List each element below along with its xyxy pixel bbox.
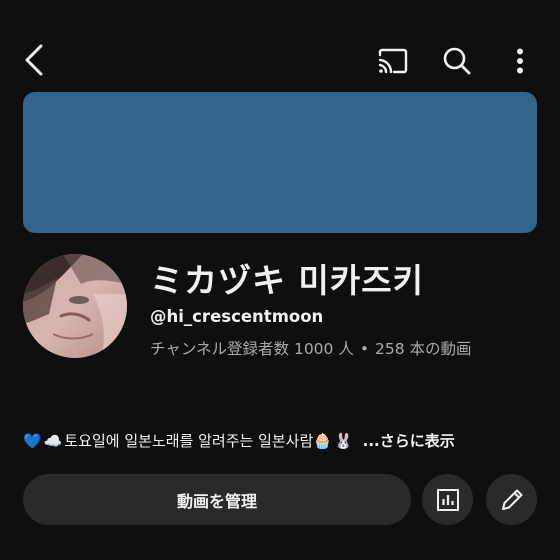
analytics-button[interactable]	[422, 474, 473, 525]
video-count: 258 本の動画	[375, 340, 472, 358]
cloud-emoji: ☁️	[43, 431, 63, 450]
show-more-link[interactable]: ...さらに表示	[363, 430, 455, 451]
cast-button[interactable]	[372, 42, 414, 80]
channel-page: ミカヅキ 미카즈키 @hi_crescentmoon チャンネル登録者数 100…	[0, 0, 560, 560]
pencil-icon	[501, 489, 522, 510]
top-app-bar	[0, 0, 560, 90]
subscriber-count: チャンネル登録者数 1000 人	[150, 340, 354, 358]
more-options-button[interactable]	[500, 40, 540, 82]
bar-chart-icon	[436, 488, 459, 511]
description-text: 토요일에 일본노래를 알려주는 일본사람	[64, 432, 314, 450]
channel-avatar[interactable]	[23, 254, 127, 358]
rabbit-emoji: 🐰	[333, 431, 353, 450]
back-button[interactable]	[14, 40, 54, 80]
blue-heart-emoji: 💙	[23, 431, 42, 450]
stats-separator: •	[359, 340, 369, 358]
more-vertical-icon	[517, 48, 523, 74]
chevron-left-icon	[25, 44, 43, 76]
cast-icon	[378, 48, 408, 74]
cupcake-emoji: 🧁	[313, 431, 332, 450]
channel-description[interactable]: 💙 ☁️ 토요일에 일본노래를 알려주는 일본사람 🧁 🐰 ...さらに表示	[23, 430, 543, 451]
avatar-image	[23, 254, 127, 358]
search-icon	[443, 47, 471, 75]
manage-videos-button[interactable]: 動画を管理	[23, 474, 411, 525]
channel-name: ミカヅキ 미카즈키	[150, 261, 424, 300]
search-button[interactable]	[436, 40, 478, 82]
channel-handle: @hi_crescentmoon	[150, 307, 324, 326]
edit-channel-button[interactable]	[486, 474, 537, 525]
channel-stats: チャンネル登録者数 1000 人 • 258 本の動画	[150, 337, 472, 359]
channel-banner[interactable]	[23, 92, 537, 233]
